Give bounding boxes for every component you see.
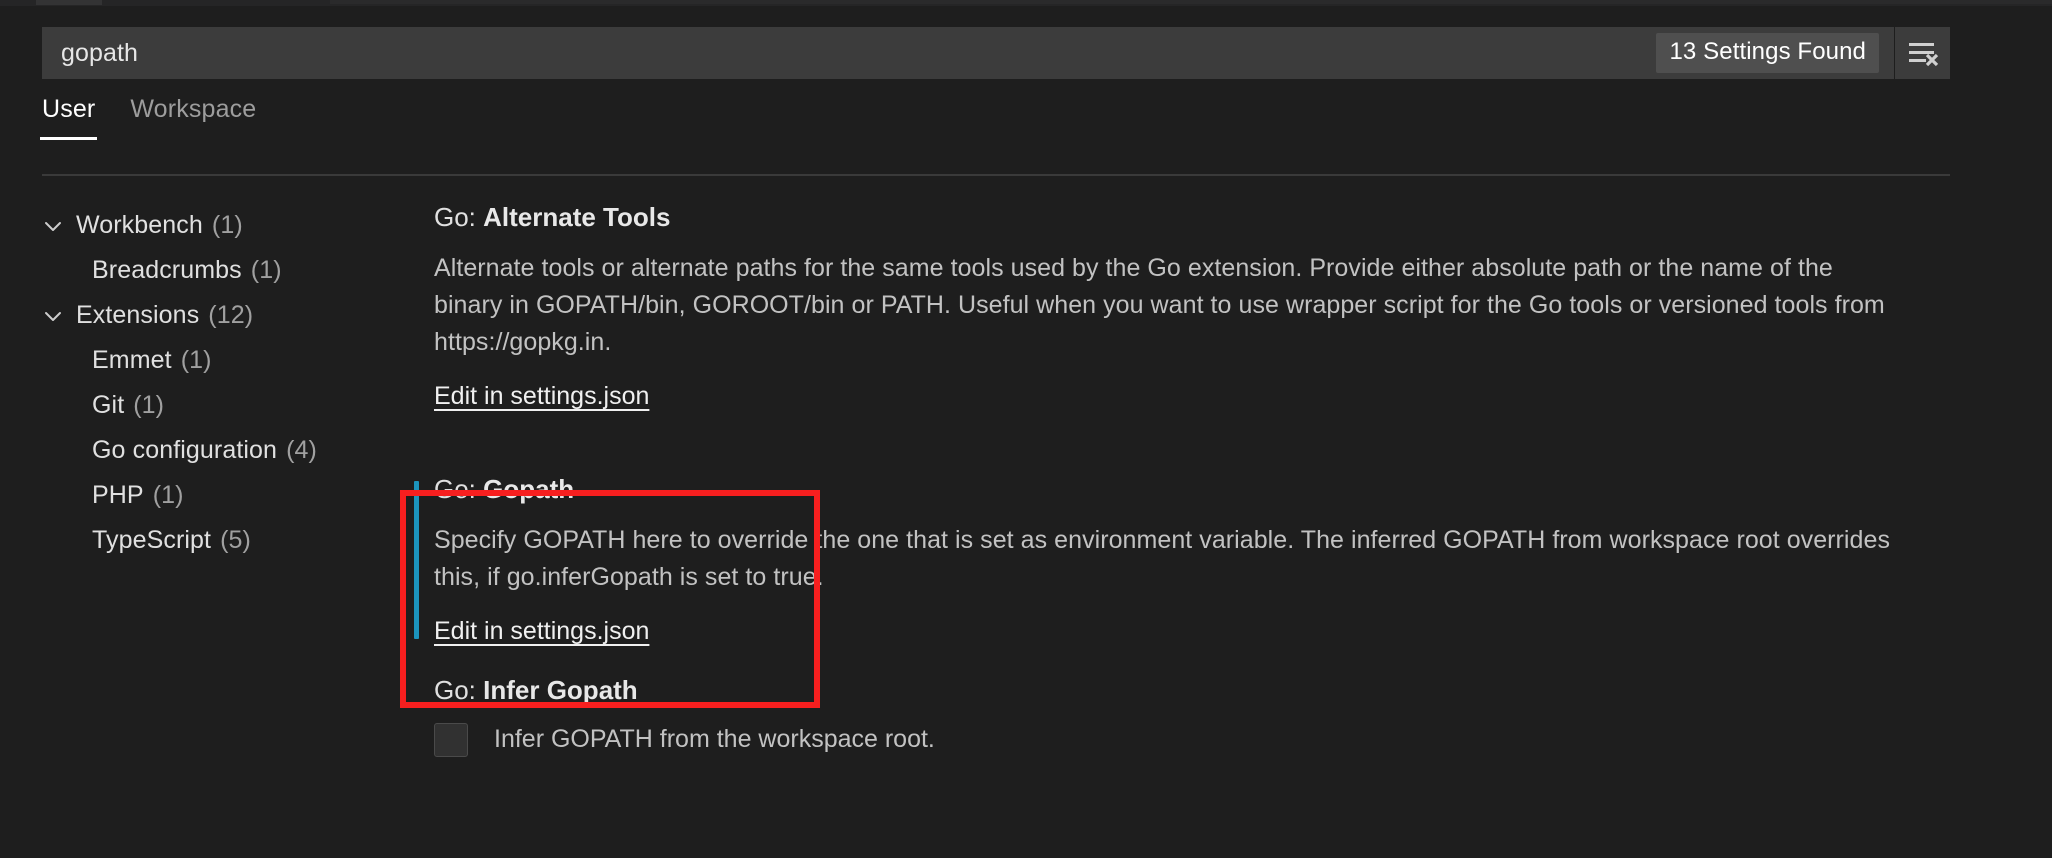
settings-search-input[interactable]: gopath 13 Settings Found [42, 27, 1894, 79]
setting-checkbox-row[interactable]: Infer GOPATH from the workspace root. [434, 722, 1954, 757]
toc-item-count: (1) [211, 211, 243, 239]
toc-item-label: Extensions [76, 301, 200, 329]
setting-title-prefix: Go: [434, 202, 484, 232]
setting-modified-indicator [414, 481, 419, 640]
editor-tab-active-sliver[interactable] [36, 0, 102, 5]
toc-item-go-configuration[interactable]: Go configuration (4) [42, 428, 382, 473]
toc-item-label: Git [92, 391, 125, 419]
toc-item-count: (1) [133, 391, 165, 419]
toc-item-emmet[interactable]: Emmet (1) [42, 338, 382, 383]
settings-editor: gopath 13 Settings Found User Workspace [0, 0, 2052, 858]
setting-modified-indicator [414, 682, 419, 751]
chevron-down-icon[interactable] [42, 305, 76, 327]
toc-item-workbench[interactable]: Workbench (1) [42, 203, 382, 248]
setting-title: Go: Gopath [434, 474, 1954, 505]
toc-item-count: (12) [208, 301, 254, 329]
toc-item-typescript[interactable]: TypeScript (5) [42, 518, 382, 563]
toc-item-label: Go configuration [92, 436, 278, 464]
infer-gopath-checkbox[interactable] [434, 722, 468, 757]
editor-tab-background-sliver [330, 0, 2052, 4]
setting-checkbox-label: Infer GOPATH from the workspace root. [494, 725, 935, 754]
tab-workspace[interactable]: Workspace [130, 97, 256, 140]
editor-tab-strip [0, 0, 2052, 6]
setting-description: Alternate tools or alternate paths for t… [434, 253, 1885, 356]
settings-found-badge: 13 Settings Found [1656, 33, 1879, 73]
toc-item-extensions[interactable]: Extensions (12) [42, 293, 382, 338]
toc-item-count: (1) [250, 256, 282, 284]
toc-item-label: TypeScript [92, 526, 212, 554]
setting-title: Go: Alternate Tools [434, 202, 1954, 233]
setting-title-prefix: Go: [434, 474, 484, 504]
toc-item-git[interactable]: Git (1) [42, 383, 382, 428]
tabs-divider [42, 174, 1950, 176]
toc-item-count: (1) [180, 346, 212, 374]
toc-item-count: (4) [286, 436, 317, 464]
search-input-value[interactable]: gopath [61, 41, 1656, 66]
tab-user[interactable]: User [39, 95, 98, 140]
tab-user-label: User [42, 95, 96, 123]
toc-item-label: PHP [92, 481, 144, 509]
toc-item-label: Workbench [76, 211, 203, 239]
setting-modified-indicator [414, 209, 419, 404]
toc-item-count: (5) [220, 526, 251, 554]
tab-workspace-label: Workspace [130, 95, 257, 123]
toc-item-breadcrumbs[interactable]: Breadcrumbs (1) [42, 248, 382, 293]
chevron-down-icon[interactable] [42, 215, 76, 237]
edit-in-settings-json-link[interactable]: Edit in settings.json [434, 617, 649, 646]
clear-filter-icon [1906, 39, 1940, 67]
setting-title-name: Infer Gopath [483, 675, 638, 705]
settings-search-row: gopath 13 Settings Found [42, 27, 1950, 79]
setting-title: Go: Infer Gopath [434, 675, 1954, 706]
setting-item-go-infer-gopath[interactable]: Go: Infer Gopath Infer GOPATH from the w… [424, 675, 1954, 757]
setting-description: Specify GOPATH here to override the one … [434, 525, 1890, 591]
setting-title-name: Gopath [483, 474, 575, 504]
toc-item-count: (1) [152, 481, 184, 509]
setting-item-go-gopath[interactable]: Go: Gopath Specify GOPATH here to overri… [414, 474, 1954, 646]
toc-item-php[interactable]: PHP (1) [42, 473, 382, 518]
toc-item-label: Breadcrumbs [92, 256, 242, 284]
setting-title-name: Alternate Tools [483, 202, 671, 232]
settings-toc-tree: Workbench (1) Breadcrumbs (1) Extensions… [42, 203, 382, 563]
edit-in-settings-json-link[interactable]: Edit in settings.json [434, 382, 649, 411]
clear-filter-button[interactable] [1894, 27, 1950, 79]
settings-scope-tabs: User Workspace [39, 92, 291, 140]
setting-title-prefix: Go: [434, 675, 484, 705]
setting-item-go-alternate-tools[interactable]: Go: Alternate Tools Alternate tools or a… [424, 202, 1954, 411]
toc-item-label: Emmet [92, 346, 172, 374]
